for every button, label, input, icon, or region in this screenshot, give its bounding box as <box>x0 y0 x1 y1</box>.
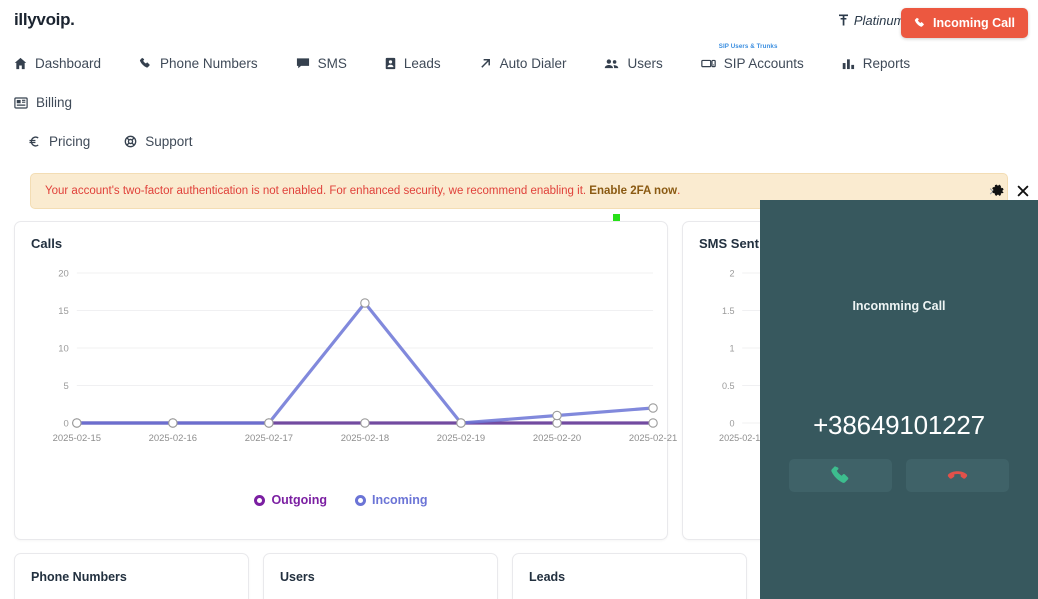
nav-label: Billing <box>36 95 72 110</box>
svg-text:2025-02-21: 2025-02-21 <box>629 433 677 444</box>
svg-text:1: 1 <box>730 343 735 353</box>
main-navigation-row2: Pricing Support <box>14 122 1024 161</box>
svg-text:1.5: 1.5 <box>722 306 735 316</box>
alert-link[interactable]: Enable 2FA now <box>589 185 677 197</box>
legend-item-incoming[interactable]: Incoming <box>355 493 428 507</box>
bar-chart-icon <box>842 57 855 70</box>
nav-item-phone-numbers[interactable]: Phone Numbers <box>139 44 258 83</box>
svg-text:2025-02-15: 2025-02-15 <box>53 433 101 444</box>
home-icon <box>14 57 27 70</box>
legend-label-outgoing: Outgoing <box>271 493 327 507</box>
incoming-call-title: Incomming Call <box>852 299 945 313</box>
nav-item-billing[interactable]: Billing <box>14 83 72 122</box>
phone-hangup-icon <box>946 464 969 487</box>
incoming-call-button[interactable]: Incoming Call <box>901 8 1028 38</box>
nav-item-support[interactable]: Support <box>124 122 192 161</box>
lifebuoy-icon <box>124 135 137 148</box>
stat-title: Leads <box>529 570 730 584</box>
nav-item-sip-accounts[interactable]: SIP Users & Trunks SIP Accounts <box>701 44 804 83</box>
stat-title: Users <box>280 570 481 584</box>
legend-marker-incoming <box>355 495 366 506</box>
nav-label: Dashboard <box>35 56 101 71</box>
nav-item-leads[interactable]: Leads <box>385 44 441 83</box>
plan-badge: Platinum <box>838 13 905 28</box>
nav-item-users[interactable]: Users <box>604 44 662 83</box>
decline-call-button[interactable] <box>906 459 1009 492</box>
stat-card-phone-numbers[interactable]: Phone Numbers 2 <box>14 553 249 599</box>
svg-text:15: 15 <box>58 306 69 317</box>
alert-suffix: . <box>677 185 680 197</box>
status-indicator-dot <box>613 214 620 221</box>
svg-text:2025-02-16: 2025-02-16 <box>149 433 197 444</box>
phone-icon <box>914 17 926 29</box>
alert-text: Your account's two-factor authentication… <box>45 185 589 197</box>
svg-text:2025-02-19: 2025-02-19 <box>437 433 485 444</box>
svg-text:2: 2 <box>730 268 735 278</box>
nav-label: Reports <box>863 56 910 71</box>
legend-marker-outgoing <box>254 495 265 506</box>
nav-item-reports[interactable]: Reports <box>842 44 910 83</box>
nav-item-auto-dialer[interactable]: Auto Dialer <box>479 44 567 83</box>
nav-label: SMS <box>318 56 347 71</box>
app-root: illyvoip. Platinum 19.16 <box>0 0 1038 599</box>
svg-text:2025-02-15: 2025-02-15 <box>719 433 765 443</box>
calls-chart-plot: 0 5 10 15 20 2025-02-15 2025-02-16 2025-02-17 2… <box>15 255 667 471</box>
svg-text:0.5: 0.5 <box>722 381 735 391</box>
calls-chart-svg: 0 5 10 15 20 2025-02-15 2025-02-16 2025-02-17 2… <box>15 255 667 471</box>
crown-icon <box>838 14 849 26</box>
phone-answer-icon <box>829 464 852 487</box>
svg-text:2025-02-17: 2025-02-17 <box>245 433 293 444</box>
incoming-call-label: Incoming Call <box>933 16 1015 30</box>
nav-label: Leads <box>404 56 441 71</box>
answer-call-button[interactable] <box>789 459 892 492</box>
invoice-icon <box>14 97 28 109</box>
stat-card-leads[interactable]: Leads 16 <box>512 553 747 599</box>
stat-card-users[interactable]: Users 1 <box>263 553 498 599</box>
nav-label: Auto Dialer <box>500 56 567 71</box>
euro-icon <box>28 135 41 148</box>
nav-label: Pricing <box>49 134 90 149</box>
svg-text:0: 0 <box>64 418 69 429</box>
arrow-up-right-icon <box>479 57 492 70</box>
svg-text:2025-02-18: 2025-02-18 <box>341 433 389 444</box>
nav-sublabel: SIP Users & Trunks <box>719 43 778 50</box>
nav-label: SIP Accounts <box>724 56 804 71</box>
device-icon <box>701 58 716 70</box>
incoming-call-overlay: Incomming Call +38649101227 <box>760 200 1038 599</box>
users-icon <box>604 58 619 70</box>
phone-icon <box>139 57 152 70</box>
calls-chart-card: Calls 0 5 10 15 20 2025-02-15 2025-02-16 2025-… <box>14 221 668 540</box>
contact-card-icon <box>385 57 396 70</box>
svg-text:5: 5 <box>64 381 69 392</box>
stat-title: Phone Numbers <box>31 570 232 584</box>
nav-item-dashboard[interactable]: Dashboard <box>14 44 101 83</box>
calls-chart-title: Calls <box>15 222 667 255</box>
calls-chart-legend: Outgoing Incoming <box>15 493 667 507</box>
top-bar: illyvoip. Platinum 19.16 <box>0 0 1038 40</box>
svg-text:2025-02-20: 2025-02-20 <box>533 433 581 444</box>
legend-item-outgoing[interactable]: Outgoing <box>254 493 327 507</box>
plan-label: Platinum <box>854 13 905 28</box>
incoming-call-actions <box>789 459 1009 492</box>
main-navigation: Dashboard Phone Numbers SMS Leads Auto D… <box>0 40 1038 161</box>
svg-text:20: 20 <box>58 268 69 279</box>
nav-item-sms[interactable]: SMS <box>296 44 347 83</box>
chat-icon <box>296 57 310 70</box>
svg-text:10: 10 <box>58 343 69 354</box>
svg-text:0: 0 <box>730 418 735 428</box>
incoming-call-number: +38649101227 <box>813 410 985 441</box>
nav-label: Users <box>627 56 662 71</box>
nav-label: Support <box>145 134 192 149</box>
app-logo[interactable]: illyvoip. <box>14 10 75 30</box>
nav-label: Phone Numbers <box>160 56 258 71</box>
nav-item-pricing[interactable]: Pricing <box>28 122 90 161</box>
legend-label-incoming: Incoming <box>372 493 428 507</box>
